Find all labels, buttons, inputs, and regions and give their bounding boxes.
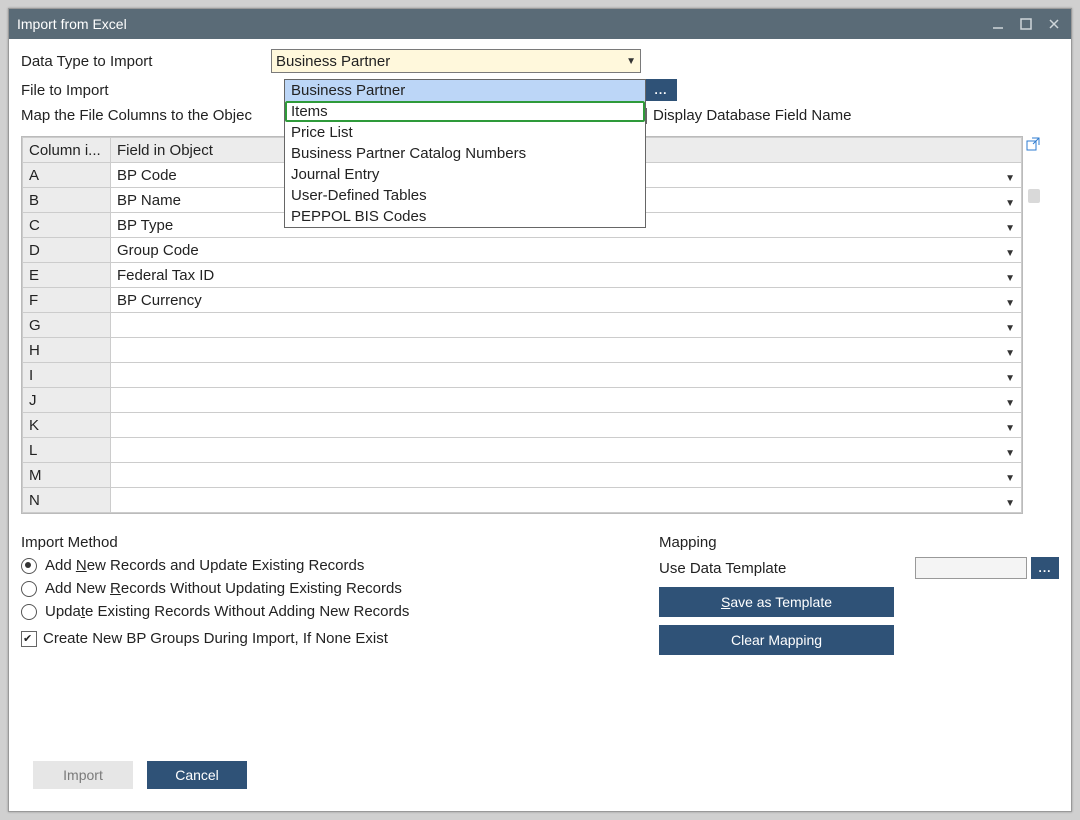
table-row: G▼ <box>23 313 1022 338</box>
chevron-down-icon: ▼ <box>1005 173 1015 184</box>
table-row: EFederal Tax ID▼ <box>23 263 1022 288</box>
column-letter-cell: A <box>23 163 111 188</box>
chevron-down-icon: ▼ <box>1005 323 1015 334</box>
dropdown-option[interactable]: Price List <box>285 122 645 143</box>
dropdown-option[interactable]: Business Partner Catalog Numbers <box>285 143 645 164</box>
table-row: M▼ <box>23 463 1022 488</box>
maximize-button[interactable] <box>1017 15 1035 33</box>
table-row: FBP Currency▼ <box>23 288 1022 313</box>
column-letter-cell: B <box>23 188 111 213</box>
radio-icon <box>21 558 37 574</box>
chevron-down-icon: ▼ <box>1005 473 1015 484</box>
column-letter-cell: N <box>23 488 111 513</box>
data-type-label: Data Type to Import <box>21 53 271 70</box>
use-data-template-input[interactable] <box>915 557 1027 579</box>
field-in-object-cell[interactable]: ▼ <box>111 438 1022 463</box>
table-row: H▼ <box>23 338 1022 363</box>
clear-mapping-button[interactable]: Clear Mapping <box>659 625 894 655</box>
mapping-label: Mapping <box>659 534 1059 551</box>
chevron-down-icon: ▼ <box>1005 398 1015 409</box>
table-row: L▼ <box>23 438 1022 463</box>
field-in-object-cell[interactable]: ▼ <box>111 363 1022 388</box>
scrollbar-thumb[interactable] <box>1028 189 1040 203</box>
browse-template-button[interactable]: ... <box>1031 557 1059 579</box>
chevron-down-icon: ▼ <box>1005 373 1015 384</box>
minimize-button[interactable] <box>989 15 1007 33</box>
cancel-button[interactable]: Cancel <box>147 761 247 789</box>
column-letter-cell: L <box>23 438 111 463</box>
chevron-down-icon: ▼ <box>1005 348 1015 359</box>
table-row: N▼ <box>23 488 1022 513</box>
create-bp-groups-label: Create New BP Groups During Import, If N… <box>43 630 388 647</box>
field-in-object-cell[interactable]: Group Code▼ <box>111 238 1022 263</box>
dropdown-option[interactable]: Items <box>285 101 645 122</box>
table-row: J▼ <box>23 388 1022 413</box>
field-in-object-cell[interactable]: ▼ <box>111 488 1022 513</box>
radio-add-and-update[interactable]: Add New Records and Update Existing Reco… <box>21 557 659 574</box>
column-letter-cell: J <box>23 388 111 413</box>
browse-file-button[interactable]: ... <box>645 79 677 101</box>
chevron-down-icon: ▼ <box>1005 423 1015 434</box>
column-header-col[interactable]: Column i... <box>23 138 111 163</box>
column-letter-cell: F <box>23 288 111 313</box>
field-in-object-cell[interactable]: ▼ <box>111 338 1022 363</box>
radio-icon <box>21 604 37 620</box>
use-data-template-label: Use Data Template <box>659 560 915 577</box>
column-letter-cell: D <box>23 238 111 263</box>
field-in-object-cell[interactable]: Federal Tax ID▼ <box>111 263 1022 288</box>
data-type-select[interactable]: Business Partner ▼ <box>271 49 641 73</box>
chevron-down-icon: ▼ <box>1005 198 1015 209</box>
field-in-object-cell[interactable]: ▼ <box>111 313 1022 338</box>
window-title: Import from Excel <box>17 16 979 32</box>
column-letter-cell: G <box>23 313 111 338</box>
chevron-down-icon: ▼ <box>1005 248 1015 259</box>
file-to-import-label: File to Import <box>21 82 271 99</box>
table-row: I▼ <box>23 363 1022 388</box>
import-button[interactable]: Import <box>33 761 133 789</box>
data-type-dropdown: Business Partner Items Price List Busine… <box>284 79 646 228</box>
chevron-down-icon: ▼ <box>1005 448 1015 459</box>
column-letter-cell: E <box>23 263 111 288</box>
titlebar: Import from Excel <box>9 9 1071 39</box>
display-db-field-checkbox[interactable]: Display Database Field Name <box>631 107 851 124</box>
chevron-down-icon: ▼ <box>626 56 636 67</box>
table-row: DGroup Code▼ <box>23 238 1022 263</box>
column-letter-cell: I <box>23 363 111 388</box>
checkbox-icon <box>21 631 37 647</box>
field-in-object-cell[interactable]: ▼ <box>111 388 1022 413</box>
display-db-field-label: Display Database Field Name <box>653 107 851 124</box>
dropdown-option[interactable]: PEPPOL BIS Codes <box>285 206 645 227</box>
table-row: K▼ <box>23 413 1022 438</box>
data-type-select-value: Business Partner <box>276 53 390 70</box>
radio-add-without-update[interactable]: Add New Records Without Updating Existin… <box>21 580 659 597</box>
field-in-object-cell[interactable]: ▼ <box>111 413 1022 438</box>
column-letter-cell: H <box>23 338 111 363</box>
radio-update-without-add[interactable]: Update Existing Records Without Adding N… <box>21 603 659 620</box>
column-letter-cell: C <box>23 213 111 238</box>
chevron-down-icon: ▼ <box>1005 223 1015 234</box>
field-in-object-cell[interactable]: BP Currency▼ <box>111 288 1022 313</box>
chevron-down-icon: ▼ <box>1005 273 1015 284</box>
column-letter-cell: K <box>23 413 111 438</box>
chevron-down-icon: ▼ <box>1005 298 1015 309</box>
dialog-footer: Import Cancel <box>21 751 1059 799</box>
radio-icon <box>21 581 37 597</box>
field-in-object-cell[interactable]: ▼ <box>111 463 1022 488</box>
chevron-down-icon: ▼ <box>1005 498 1015 509</box>
popout-icon[interactable] <box>1026 137 1040 151</box>
column-letter-cell: M <box>23 463 111 488</box>
dropdown-option[interactable]: Journal Entry <box>285 164 645 185</box>
close-button[interactable] <box>1045 15 1063 33</box>
save-as-template-button[interactable]: Save as Template <box>659 587 894 617</box>
import-method-label: Import Method <box>21 534 659 551</box>
dropdown-option[interactable]: Business Partner <box>285 80 645 101</box>
import-from-excel-window: Import from Excel Data Type to Import Bu… <box>8 8 1072 812</box>
dropdown-option[interactable]: User-Defined Tables <box>285 185 645 206</box>
create-bp-groups-checkbox[interactable]: Create New BP Groups During Import, If N… <box>21 630 659 647</box>
